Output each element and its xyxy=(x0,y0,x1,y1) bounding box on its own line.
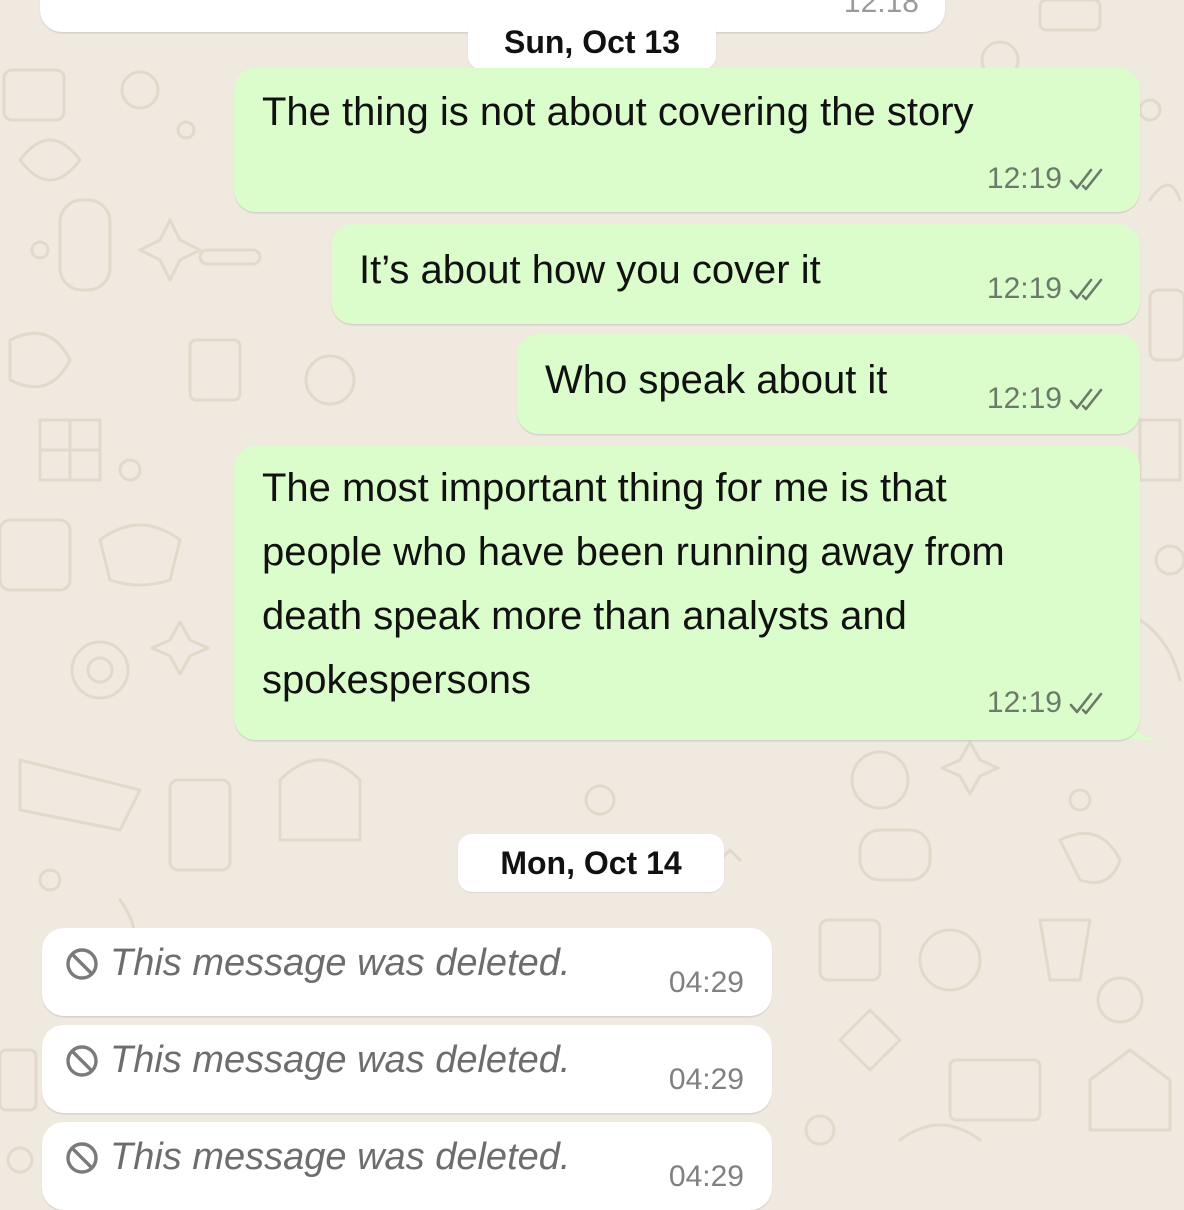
date-label: Sun, Oct 13 xyxy=(503,23,681,60)
message-text: It’s about how you cover it xyxy=(359,248,821,292)
ban-icon xyxy=(66,1044,98,1077)
message-text-line: spokespersons xyxy=(262,658,532,702)
message-time: 12:18 xyxy=(844,0,919,20)
ban-icon xyxy=(66,947,98,980)
message-meta: 12:19 xyxy=(987,686,1112,720)
double-check-icon xyxy=(1069,168,1103,191)
message-meta: 12:19 xyxy=(987,272,1112,306)
outgoing-message-bubble[interactable]: It’s about how you cover it 12:19 xyxy=(331,224,1140,324)
message-meta: 04:29 xyxy=(669,1063,744,1097)
message-text: The most important thing for me is that … xyxy=(262,456,1005,712)
message-time-text: 12:18 xyxy=(843,0,919,19)
message-text-line: death speak more than analysts and xyxy=(262,594,907,638)
deleted-message-text: This message was deleted. xyxy=(110,1136,571,1178)
deleted-message-bubble[interactable]: This message was deleted. 04:29 xyxy=(42,1025,772,1113)
date-label: Mon, Oct 14 xyxy=(500,844,682,881)
date-separator: Sun, Oct 13 xyxy=(468,14,716,70)
double-check-icon xyxy=(1069,388,1103,411)
outgoing-message-bubble[interactable]: Who speak about it 12:19 xyxy=(517,334,1140,434)
deleted-message: This message was deleted. xyxy=(64,1136,570,1179)
message-meta: 04:29 xyxy=(669,1160,744,1194)
message-time: 04:29 xyxy=(668,966,744,999)
message-time: 12:19 xyxy=(986,686,1062,719)
conversation-pane[interactable]: 12:18 Sun, Oct 13 The thing is not about… xyxy=(0,0,1184,1210)
message-time: 12:19 xyxy=(986,162,1062,195)
outgoing-message-bubble[interactable]: The thing is not about covering the stor… xyxy=(234,68,1140,212)
deleted-message-text: This message was deleted. xyxy=(110,1039,571,1081)
deleted-message-bubble[interactable]: This message was deleted. 04:29 xyxy=(42,1122,772,1210)
deleted-message-bubble[interactable]: This message was deleted. 04:29 xyxy=(42,928,772,1016)
deleted-message-text: This message was deleted. xyxy=(110,942,571,984)
message-time: 04:29 xyxy=(668,1063,744,1096)
double-check-icon xyxy=(1069,278,1103,301)
message-text: Who speak about it xyxy=(545,358,888,402)
message-text-line: The most important thing for me is that xyxy=(262,466,947,510)
message-meta: 12:19 xyxy=(987,162,1112,196)
outgoing-message-bubble[interactable]: The most important thing for me is that … xyxy=(234,446,1140,740)
double-check-icon xyxy=(1069,692,1103,715)
message-text-line: people who have been running away from xyxy=(262,530,1005,574)
deleted-message: This message was deleted. xyxy=(64,942,570,985)
message-time: 04:29 xyxy=(668,1160,744,1193)
deleted-message: This message was deleted. xyxy=(64,1039,570,1082)
date-separator: Mon, Oct 14 xyxy=(458,834,724,892)
message-time: 12:19 xyxy=(986,382,1062,415)
message-meta: 12:19 xyxy=(987,382,1112,416)
message-meta: 04:29 xyxy=(669,966,744,1000)
message-text: The thing is not about covering the stor… xyxy=(262,90,974,134)
ban-icon xyxy=(66,1141,98,1174)
message-time: 12:19 xyxy=(986,272,1062,305)
